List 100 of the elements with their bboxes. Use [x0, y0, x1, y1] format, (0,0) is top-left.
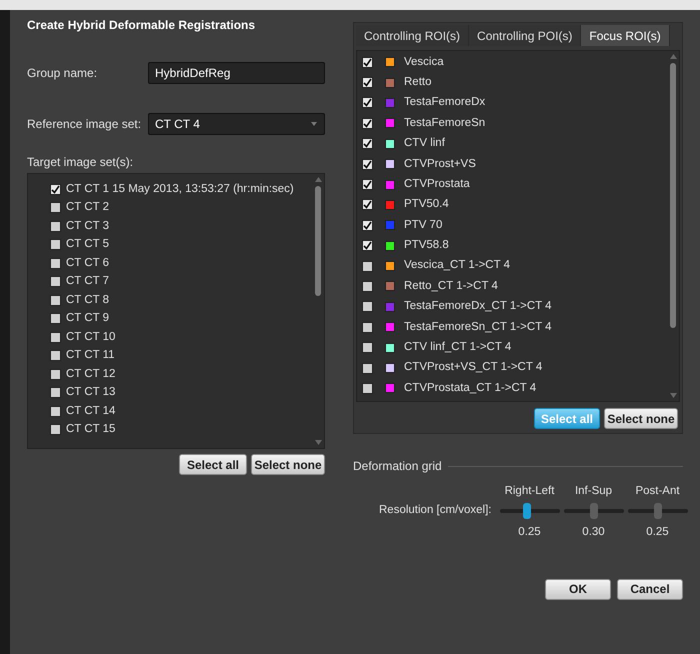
slider[interactable]: [628, 503, 688, 520]
list-item[interactable]: CT CT 11: [50, 346, 312, 365]
checkmark-icon: [363, 78, 372, 88]
checkbox[interactable]: [50, 239, 61, 250]
list-item[interactable]: CT CT 13: [50, 384, 312, 402]
dropdown[interactable]: CT CT 4: [148, 113, 325, 135]
checkmark-icon: [363, 118, 372, 128]
checkbox[interactable]: [50, 387, 61, 398]
tab[interactable]: Focus ROI(s): [581, 25, 670, 46]
list-item[interactable]: TestaFemoreSn_CT 1->CT 4: [362, 317, 667, 338]
list-item[interactable]: Vescica_CT 1->CT 4: [362, 256, 667, 276]
checkbox[interactable]: [50, 332, 61, 343]
checkbox[interactable]: [362, 240, 373, 252]
slider-value: 0.25: [646, 525, 669, 540]
list-item[interactable]: Retto: [362, 72, 667, 93]
list-item[interactable]: CTV linf: [362, 134, 667, 154]
list-item[interactable]: CTV linf_CT 1->CT 4: [362, 337, 667, 358]
checkmark-icon: [363, 220, 372, 230]
list-item[interactable]: PTV 70: [362, 215, 667, 236]
checkbox[interactable]: [362, 220, 373, 231]
checkbox[interactable]: [362, 322, 373, 333]
checkbox[interactable]: [50, 424, 61, 436]
list-item[interactable]: CT CT 3: [50, 217, 312, 236]
checkbox[interactable]: [362, 138, 373, 150]
resolution-label: Resolution [cm/voxel]:: [379, 503, 492, 518]
list-item[interactable]: CTVProst+VS: [362, 154, 667, 174]
checkmark-icon: [363, 180, 372, 190]
slider-value: 0.30: [582, 525, 605, 540]
checkbox[interactable]: [50, 258, 61, 269]
checkbox[interactable]: [362, 158, 373, 170]
checkbox[interactable]: [362, 280, 373, 292]
button[interactable]: Cancel: [617, 578, 683, 600]
list-item[interactable]: CTVProstata: [362, 174, 667, 195]
list-item[interactable]: Vescica: [362, 52, 667, 72]
down-arrow-icon: [314, 440, 322, 445]
dialog-title: Create Hybrid Deformable Registrations: [27, 18, 256, 32]
list-item[interactable]: CT CT 14: [50, 402, 312, 420]
text-field[interactable]: HybridDefReg: [148, 62, 325, 84]
button[interactable]: Select none: [251, 454, 325, 475]
slider-thumb[interactable]: [590, 503, 598, 520]
group-title: Deformation grid: [353, 458, 442, 475]
slider-label: Right-Left: [504, 484, 554, 499]
checkbox[interactable]: [362, 382, 373, 394]
slider[interactable]: [564, 503, 624, 520]
checkmark-icon: [363, 58, 372, 67]
list-item[interactable]: TestaFemoreSn: [362, 113, 667, 134]
slider-thumb[interactable]: [654, 503, 662, 520]
up-arrow-icon: [314, 177, 322, 182]
checkbox[interactable]: [362, 118, 373, 129]
checkbox[interactable]: [50, 368, 61, 380]
checkbox[interactable]: [50, 202, 61, 214]
list-item[interactable]: CT CT 1 15 May 2013, 13:53:27 (hr:min:sec): [50, 180, 312, 198]
list-item[interactable]: CT CT 8: [50, 291, 312, 310]
slider[interactable]: [500, 503, 560, 520]
list-item[interactable]: TestaFemoreDx_CT 1->CT 4: [362, 296, 667, 318]
list-item[interactable]: CTVProstata_CT 1->CT 4: [362, 378, 667, 399]
list-item[interactable]: CTVProst+VS_CT 1->CT 4: [362, 358, 667, 378]
checkbox[interactable]: [362, 97, 373, 108]
slider-label: Post-Ant: [635, 484, 680, 499]
checkbox[interactable]: [50, 184, 61, 195]
list-item[interactable]: CT CT 9: [50, 310, 312, 328]
slider-thumb[interactable]: [522, 503, 530, 520]
list-item[interactable]: PTV50.4: [362, 194, 667, 216]
checkmark-icon: [363, 139, 372, 148]
checkbox[interactable]: [362, 342, 373, 354]
list-item[interactable]: Retto_CT 1->CT 4: [362, 276, 667, 297]
checkbox[interactable]: [362, 179, 373, 190]
list-item[interactable]: CT CT 5: [50, 236, 312, 254]
section-label: Target image set(s):: [27, 154, 134, 169]
button[interactable]: OK: [545, 578, 611, 600]
slider-label: Inf-Sup: [574, 484, 612, 499]
down-arrow-icon: [670, 393, 676, 398]
list-item[interactable]: PTV58.8: [362, 236, 667, 256]
list-item[interactable]: CT CT 15: [50, 420, 312, 439]
checkbox[interactable]: [50, 276, 61, 288]
list-item[interactable]: CT CT 2: [50, 198, 312, 217]
checkmark-icon: [363, 200, 372, 210]
checkbox[interactable]: [362, 77, 373, 88]
checkbox[interactable]: [362, 199, 373, 210]
list-item[interactable]: CT CT 12: [50, 365, 312, 384]
list-item[interactable]: CT CT 10: [50, 328, 312, 346]
checkbox[interactable]: [362, 260, 373, 272]
checkbox[interactable]: [50, 406, 61, 417]
checkbox[interactable]: [50, 350, 61, 362]
button[interactable]: Select all: [179, 454, 247, 475]
checkbox[interactable]: [362, 301, 373, 312]
checkbox[interactable]: [362, 56, 373, 68]
field-label: Group name:: [27, 65, 98, 82]
field-label: Reference image set:: [27, 116, 142, 133]
slider-value: 0.25: [518, 525, 541, 540]
checkbox[interactable]: [362, 362, 373, 374]
list-item[interactable]: TestaFemoreDx: [362, 92, 667, 114]
checkbox[interactable]: [50, 220, 61, 232]
up-arrow-icon: [670, 54, 676, 59]
checkbox[interactable]: [50, 294, 61, 306]
button[interactable]: Select none: [604, 408, 678, 429]
list-item[interactable]: CT CT 6: [50, 254, 312, 272]
checkbox[interactable]: [50, 313, 61, 324]
list-item[interactable]: CT CT 7: [50, 272, 312, 291]
checkmark-icon: [363, 241, 372, 250]
